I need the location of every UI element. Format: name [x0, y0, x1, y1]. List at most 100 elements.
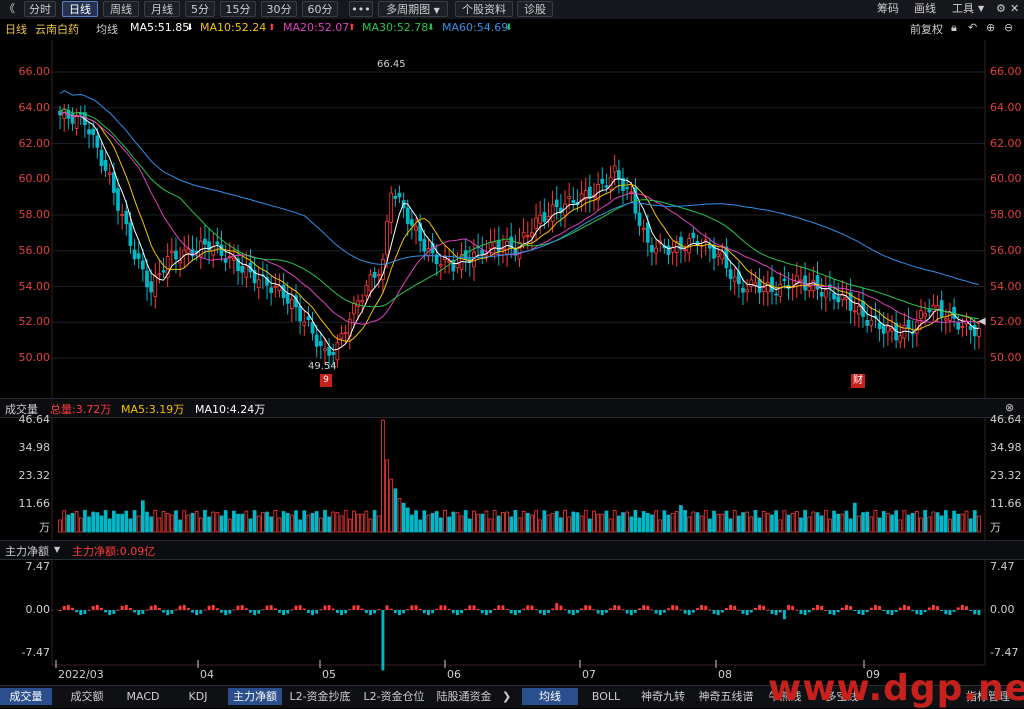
tab-l2-bottom[interactable]: L2-资金抄底	[285, 688, 355, 705]
tab-fenshi[interactable]: 分时	[24, 1, 56, 17]
flow-bar	[249, 610, 252, 613]
flow-bar	[207, 605, 211, 610]
flow-bar	[820, 605, 824, 610]
candle-body	[600, 178, 605, 184]
flow-bar	[621, 609, 625, 611]
candle-body	[58, 110, 62, 116]
volume-bar	[914, 511, 919, 533]
candle-body	[919, 310, 923, 319]
candle-body	[211, 246, 216, 256]
tab-l2-position[interactable]: L2-资金仓位	[359, 688, 429, 705]
candle-body	[683, 249, 687, 251]
flow-bar	[439, 605, 443, 610]
tab-15min[interactable]: 15分	[220, 1, 256, 17]
zoom-in-icon[interactable]: ⊕	[986, 21, 995, 34]
tools-chevron-icon[interactable]: ▼	[978, 1, 984, 17]
ma-info-bar: 日线 云南白药 均线 MA5:51.85 ⬇ MA10:52.24 ⬆ MA20…	[0, 19, 1024, 37]
volume-bar	[807, 516, 812, 533]
volume-bar	[948, 518, 952, 533]
volume-bar	[443, 510, 447, 533]
tab-five-lines[interactable]: 神奇五线谱	[694, 688, 758, 705]
tab-volume[interactable]: 成交量	[0, 688, 52, 705]
lock-icon[interactable]: 🔒︎	[951, 21, 957, 35]
flow-bar	[476, 608, 480, 610]
flow-bar	[513, 610, 517, 616]
volume-bar	[728, 518, 733, 533]
flow-bar	[364, 610, 368, 614]
finance-report-badge[interactable]: 财	[851, 374, 865, 388]
volume-bar	[501, 512, 505, 533]
flow-bar	[431, 610, 435, 614]
candle-body	[658, 240, 663, 244]
flow-bar	[211, 605, 215, 610]
tab-turnover[interactable]: 成交额	[60, 688, 114, 705]
volume-bar	[658, 519, 663, 533]
flow-bar	[729, 605, 733, 610]
tab-daily[interactable]: 日线	[62, 1, 98, 17]
volume-bar	[629, 516, 634, 533]
flow-bar	[373, 610, 377, 614]
draw-line-button[interactable]: 画线	[914, 1, 936, 17]
candle-body	[749, 279, 754, 287]
candle-body	[910, 332, 915, 335]
undo-icon[interactable]: ↶	[968, 21, 977, 34]
tab-hk-connect[interactable]: 陆股通资金	[432, 688, 496, 705]
close-icon[interactable]: ✕	[1010, 1, 1019, 17]
tab-5min[interactable]: 5分	[185, 1, 215, 17]
candle-body	[923, 312, 927, 317]
volume-bar	[554, 511, 559, 533]
volume-bar	[964, 510, 969, 533]
candle-body	[832, 292, 836, 300]
volume-bar	[559, 517, 563, 533]
flow-title[interactable]: 主力净额	[5, 543, 49, 559]
tab-kdj[interactable]: KDJ	[172, 688, 224, 705]
tab-boll[interactable]: BOLL	[582, 688, 630, 705]
tab-macd[interactable]: MACD	[118, 688, 168, 705]
event-badge[interactable]: 9	[320, 374, 332, 387]
candle-body	[745, 289, 749, 293]
flow-bar	[874, 604, 877, 610]
chips-button[interactable]: 筹码	[877, 1, 899, 17]
adjust-mode-button[interactable]: 前复权	[910, 21, 943, 37]
candle-body	[376, 274, 381, 276]
diagnose-button[interactable]: 诊股	[517, 1, 553, 17]
volume-bar	[182, 510, 187, 533]
tab-td9[interactable]: 神奇九转	[636, 688, 690, 705]
tab-60min[interactable]: 60分	[302, 1, 338, 17]
candle-body	[525, 235, 530, 238]
more-button[interactable]: •••	[349, 1, 373, 17]
flow-bar	[348, 609, 352, 611]
tab-monthly[interactable]: 月线	[144, 1, 180, 17]
candle-body	[691, 232, 696, 239]
candle-body	[149, 281, 153, 293]
ma-settings-label[interactable]: 均线	[96, 21, 118, 37]
flow-bar	[902, 604, 906, 610]
volume-bar	[542, 510, 547, 533]
candle-body	[99, 149, 104, 167]
volume-bar	[530, 514, 534, 533]
zoom-out-icon[interactable]: ⊖	[1004, 21, 1013, 34]
tab-30min[interactable]: 30分	[261, 1, 297, 17]
flow-bar	[377, 609, 381, 611]
volume-bar	[691, 511, 696, 533]
scroll-right-icon[interactable]: ❯	[502, 690, 511, 703]
chevron-down-icon[interactable]: ▼	[54, 545, 60, 554]
tab-weekly[interactable]: 周线	[103, 1, 139, 17]
flow-bar	[778, 610, 782, 613]
back-icon[interactable]: 《	[4, 1, 15, 17]
flow-bar	[799, 610, 803, 614]
tools-button[interactable]: 工具	[952, 1, 974, 17]
stock-info-button[interactable]: 个股资料	[455, 1, 513, 17]
volume-bar	[451, 511, 456, 533]
flow-bar	[522, 608, 526, 610]
flow-bar	[762, 605, 766, 610]
tab-ma[interactable]: 均线	[522, 688, 578, 705]
flow-bar	[853, 610, 857, 611]
candle-body	[724, 246, 729, 269]
price-tick-label: 58.00	[990, 208, 1022, 221]
multi-period-dropdown[interactable]: 多周期图 ▼	[378, 1, 448, 17]
flow-bar	[869, 607, 873, 610]
tab-main-flow[interactable]: 主力净额	[228, 688, 282, 705]
volume-bar	[178, 519, 182, 533]
settings-icon[interactable]: ⚙	[996, 1, 1006, 17]
